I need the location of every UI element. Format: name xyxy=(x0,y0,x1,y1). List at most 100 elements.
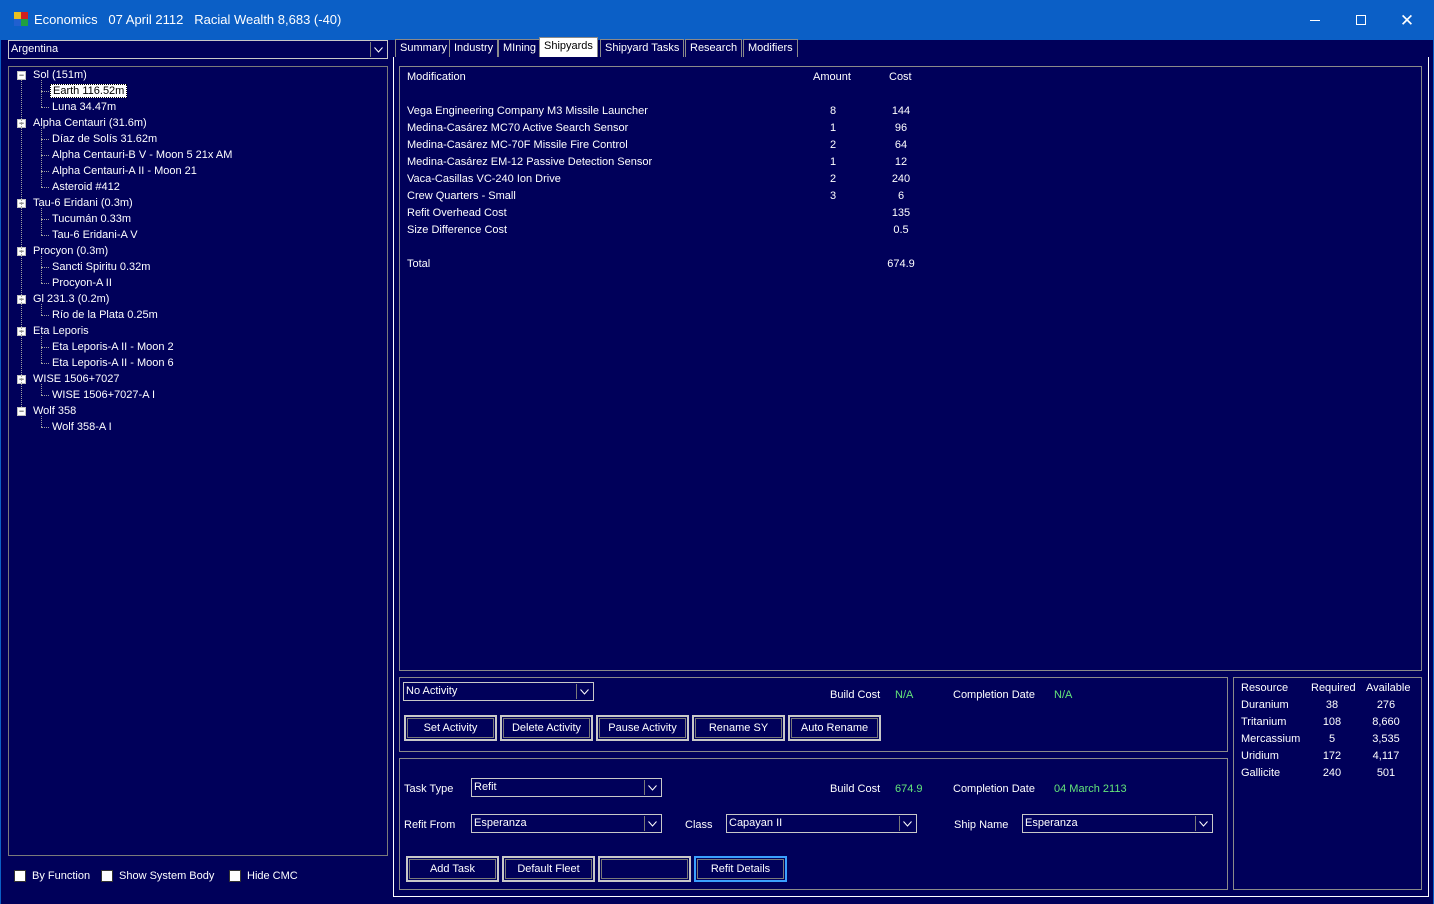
blank-button[interactable] xyxy=(598,856,691,882)
rename-sy-button[interactable]: Rename SY xyxy=(692,715,785,741)
activity-select[interactable]: No Activity xyxy=(403,682,594,701)
tab-industry[interactable]: Industry xyxy=(449,39,499,57)
tree-node-system[interactable]: Sol (151m) xyxy=(31,67,89,83)
tree-node-body[interactable]: Asteroid #412 xyxy=(50,179,122,195)
default-fleet-button[interactable]: Default Fleet xyxy=(502,856,595,882)
tab-mining[interactable]: MIning xyxy=(498,39,542,57)
tree-node-body[interactable]: Tucumán 0.33m xyxy=(50,211,133,227)
chevron-down-icon[interactable] xyxy=(644,816,660,831)
tree-node-system[interactable]: Gl 231.3 (0.2m) xyxy=(31,291,111,307)
tree-node-body[interactable]: Alpha Centauri-A II - Moon 21 xyxy=(50,163,199,179)
tree-node-body[interactable]: Procyon-A II xyxy=(50,275,114,291)
tab-modifiers[interactable]: Modifiers xyxy=(743,39,798,57)
show-system-body-checkbox[interactable]: Show System Body xyxy=(101,870,214,882)
tree-connector xyxy=(41,363,49,364)
set-activity-button[interactable]: Set Activity xyxy=(404,715,497,741)
chevron-down-icon[interactable] xyxy=(370,42,386,57)
checkbox-icon[interactable] xyxy=(101,870,113,882)
title-bar: Economics 07 April 2112 Racial Wealth 8,… xyxy=(0,0,1434,40)
ship-name-select[interactable]: Esperanza xyxy=(1022,814,1213,833)
system-tree[interactable]: − Sol (151m) Earth 116.52m Luna 34.47m − Alph… xyxy=(8,66,388,856)
tree-connector xyxy=(41,315,49,316)
tab-shipyards[interactable]: Shipyards xyxy=(539,37,598,57)
tree-connector xyxy=(41,304,42,315)
task-type-select[interactable]: Refit xyxy=(471,778,662,797)
refit-from-select[interactable]: Esperanza xyxy=(471,814,662,833)
tree-connector xyxy=(41,155,49,156)
tab-research[interactable]: Research xyxy=(685,39,743,57)
tree-connector xyxy=(21,80,22,407)
tree-node-body[interactable]: Alpha Centauri-B V - Moon 5 21x AM xyxy=(50,147,234,163)
tree-node-system[interactable]: Eta Leporis xyxy=(31,323,91,339)
auto-rename-button[interactable]: Auto Rename xyxy=(788,715,881,741)
collapse-icon[interactable]: − xyxy=(17,71,26,80)
tree-node-body[interactable]: Eta Leporis-A II - Moon 2 xyxy=(50,339,176,355)
activity-build-cost-label: Build Cost xyxy=(830,689,881,701)
modification-name: Vaca-Casillas VC-240 Ion Drive xyxy=(407,173,561,185)
refit-details-button[interactable]: Refit Details xyxy=(694,856,787,882)
tree-node-body[interactable]: Eta Leporis-A II - Moon 6 xyxy=(50,355,176,371)
tree-node-label: Sancti Spiritu 0.32m xyxy=(52,261,151,273)
tree-node-body[interactable]: Earth 116.52m xyxy=(50,83,128,99)
empire-select[interactable]: Argentina xyxy=(8,40,388,59)
maximize-button[interactable] xyxy=(1338,0,1384,40)
tree-node-body[interactable]: WISE 1506+7027-A I xyxy=(50,387,157,403)
modification-cost: 12 xyxy=(894,156,908,168)
delete-activity-button[interactable]: Delete Activity xyxy=(500,715,593,741)
checkbox-icon[interactable] xyxy=(14,870,26,882)
task-build-cost-value: 674.9 xyxy=(895,783,923,795)
tree-node-body[interactable]: Tau-6 Eridani-A V xyxy=(50,227,140,243)
tab-shipyard-tasks[interactable]: Shipyard Tasks xyxy=(600,39,685,57)
cost-header: Cost xyxy=(889,71,912,83)
class-select[interactable]: Capayan II xyxy=(726,814,917,833)
modification-cost: 64 xyxy=(894,139,908,151)
checkbox-icon[interactable] xyxy=(229,870,241,882)
modification-amount: 3 xyxy=(829,190,837,202)
modification-header: Modification xyxy=(407,71,466,83)
tree-node-body[interactable]: Río de la Plata 0.25m xyxy=(50,307,160,323)
modification-cost: 144 xyxy=(891,105,911,117)
collapse-icon[interactable]: − xyxy=(17,407,26,416)
empire-select-value: Argentina xyxy=(11,43,59,55)
tree-node-system[interactable]: Procyon (0.3m) xyxy=(31,243,110,259)
chevron-down-icon[interactable] xyxy=(576,684,592,699)
tree-connector xyxy=(41,347,49,348)
task-type-label: Task Type xyxy=(404,783,454,795)
modification-amount: 8 xyxy=(829,105,837,117)
tree-node-body[interactable]: Wolf 358-A I xyxy=(50,419,114,435)
tab-summary[interactable]: Summary xyxy=(395,39,453,57)
window-title: Economics 07 April 2112 Racial Wealth 8,… xyxy=(34,12,341,27)
close-icon: ✕ xyxy=(1399,10,1415,30)
tree-connector xyxy=(41,384,42,395)
tree-connector xyxy=(41,171,49,172)
add-task-button[interactable]: Add Task xyxy=(406,856,499,882)
tree-node-body[interactable]: Sancti Spiritu 0.32m xyxy=(50,259,152,275)
tree-node-system[interactable]: WISE 1506+7027 xyxy=(31,371,122,387)
tree-connector xyxy=(41,128,42,187)
by-function-checkbox[interactable]: By Function xyxy=(14,870,90,882)
tree-node-system[interactable]: Tau-6 Eridani (0.3m) xyxy=(31,195,135,211)
app-name: Economics xyxy=(34,12,98,27)
tree-node-label: Earth 116.52m xyxy=(50,84,128,98)
tree-connector xyxy=(41,256,42,283)
resource-available: 8,660 xyxy=(1372,716,1400,728)
resource-name: Tritanium xyxy=(1241,716,1287,728)
chevron-down-icon[interactable] xyxy=(644,780,660,795)
tree-node-body[interactable]: Luna 34.47m xyxy=(50,99,118,115)
tree-node-label: Eta Leporis-A II - Moon 6 xyxy=(52,357,174,369)
hide-cmc-checkbox[interactable]: Hide CMC xyxy=(229,870,298,882)
close-button[interactable]: ✕ xyxy=(1384,0,1430,40)
tree-node-label: Wolf 358-A I xyxy=(52,421,112,433)
chevron-down-icon[interactable] xyxy=(1195,816,1211,831)
tree-connector xyxy=(41,219,49,220)
tree-node-label: Procyon (0.3m) xyxy=(33,245,109,257)
minimize-button[interactable] xyxy=(1292,0,1338,40)
tree-node-body[interactable]: Díaz de Solís 31.62m xyxy=(50,131,159,147)
pause-activity-button[interactable]: Pause Activity xyxy=(596,715,689,741)
modification-amount: 1 xyxy=(829,122,837,134)
chevron-down-icon[interactable] xyxy=(899,816,915,831)
tree-node-label: Río de la Plata 0.25m xyxy=(52,309,158,321)
tree-node-system[interactable]: Alpha Centauri (31.6m) xyxy=(31,115,149,131)
modification-cost: 0.5 xyxy=(893,224,909,236)
tree-node-system[interactable]: Wolf 358 xyxy=(31,403,78,419)
